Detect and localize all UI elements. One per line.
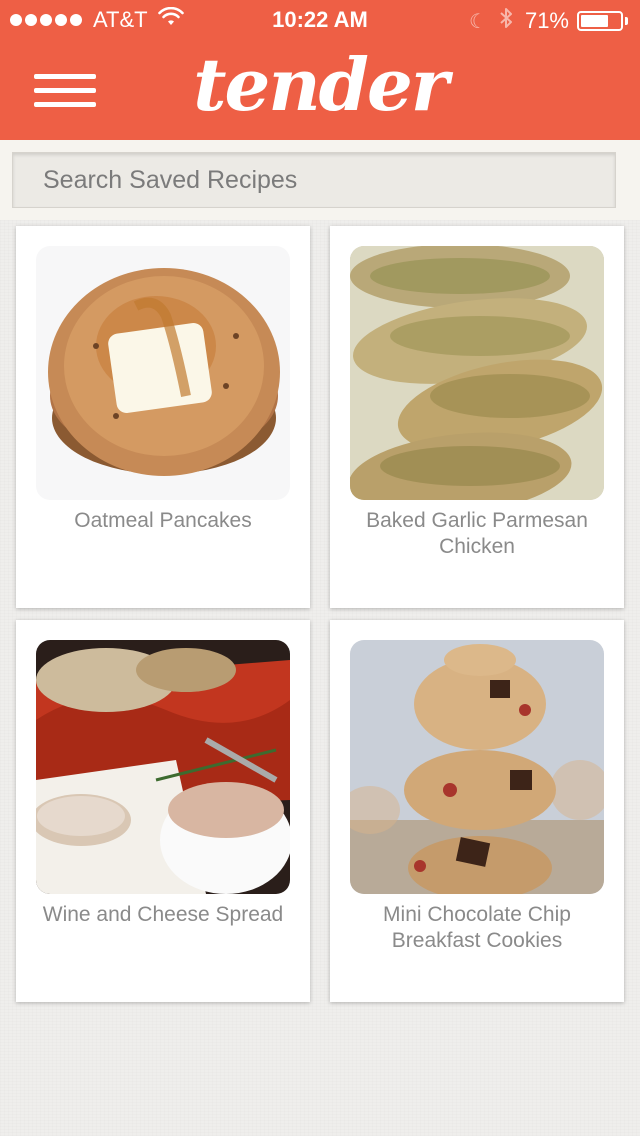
recipe-title: Baked Garlic Parmesan Chicken — [366, 509, 588, 558]
battery-percentage: 71% — [524, 8, 569, 33]
recipe-image-chicken — [350, 246, 604, 500]
search-input[interactable] — [13, 153, 615, 207]
bluetooth-icon — [499, 7, 513, 35]
recipe-image-pancakes — [36, 246, 290, 500]
recipe-title: Oatmeal Pancakes — [74, 509, 252, 532]
recipe-image-cheese-spread — [36, 640, 290, 894]
recipe-card[interactable]: Oatmeal Pancakes — [16, 226, 310, 608]
status-right: ☾ 71% — [469, 7, 628, 35]
recipe-image-cookies — [350, 640, 604, 894]
status-bar: AT&T 10:22 AM ☾ 71% — [0, 0, 640, 40]
recipe-card[interactable]: Mini Chocolate Chip Breakfast Cookies — [330, 620, 624, 1002]
top-bar: AT&T 10:22 AM ☾ 71% tender — [0, 0, 640, 140]
recipe-title: Mini Chocolate Chip Breakfast Cookies — [383, 903, 571, 952]
recipe-card[interactable]: Wine and Cheese Spread — [16, 620, 310, 1002]
app-logo: tender — [193, 42, 449, 127]
search-box[interactable] — [12, 152, 616, 208]
recipe-title: Wine and Cheese Spread — [42, 903, 284, 926]
search-area — [0, 140, 640, 220]
battery-fill — [581, 15, 608, 27]
do-not-disturb-moon-icon: ☾ — [469, 10, 487, 33]
battery-icon — [577, 11, 623, 31]
recipe-card[interactable]: Baked Garlic Parmesan Chicken — [330, 226, 624, 608]
battery-tip — [625, 17, 628, 25]
